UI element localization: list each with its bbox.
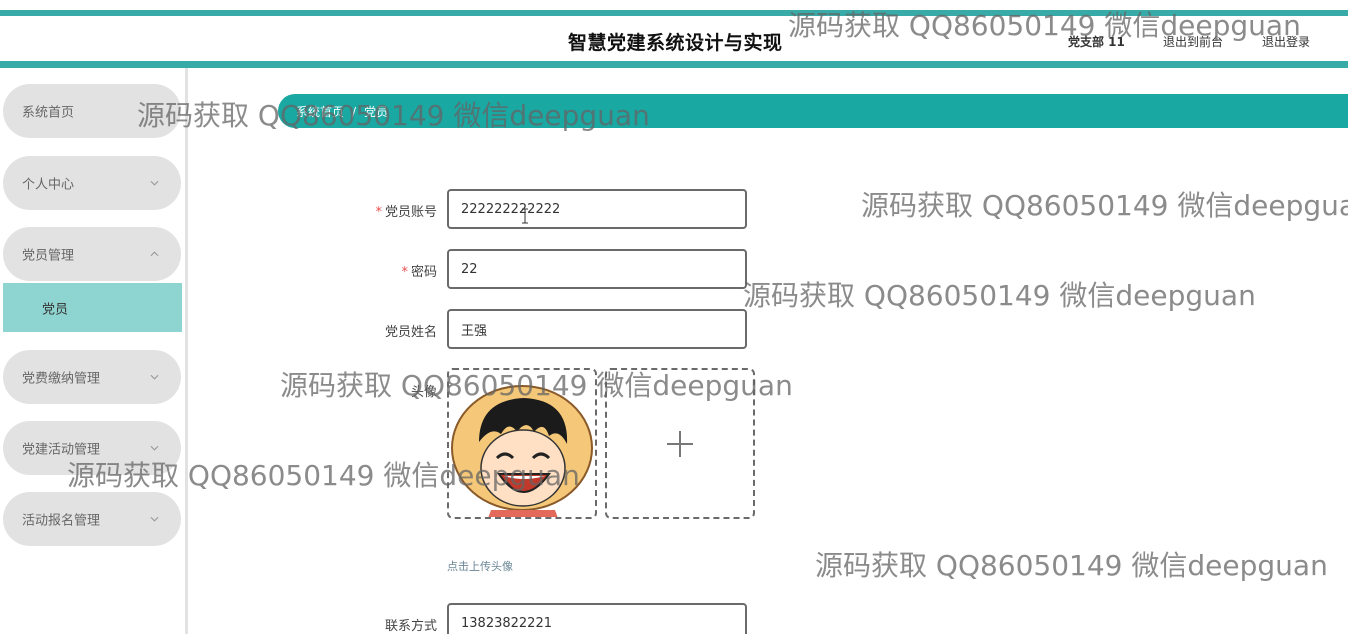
sidebar-item-member-management[interactable]: 党员管理: [3, 227, 181, 281]
sidebar-subitem-member[interactable]: 党员: [3, 283, 182, 332]
sidebar-subitem-label: 党员: [42, 302, 69, 317]
avatar-upload-button[interactable]: [605, 368, 755, 519]
plus-icon: [667, 431, 693, 457]
sidebar-item-label: 党费缴纳管理: [22, 371, 101, 387]
sidebar-item-signup-management[interactable]: 活动报名管理: [3, 492, 181, 546]
sidebar-item-fee-management[interactable]: 党费缴纳管理: [3, 350, 181, 404]
breadcrumb-current: 党员: [364, 105, 389, 119]
account-label: * 党员账号: [375, 205, 437, 220]
account-input[interactable]: [447, 189, 747, 229]
logout-link[interactable]: 退出登录: [1262, 33, 1310, 50]
sidebar-item-label: 系统首页: [22, 105, 75, 121]
contact-label: 联系方式: [384, 619, 437, 634]
watermark: 源码获取 QQ86050149 微信deepguan: [861, 189, 1348, 222]
breadcrumb-bar: [278, 94, 1348, 128]
sidebar-item-label: 党员管理: [22, 248, 75, 264]
exit-to-front-link[interactable]: 退出到前台: [1163, 33, 1223, 50]
avatar-label: 头像: [410, 385, 437, 400]
avatar-preview[interactable]: [447, 368, 597, 519]
required-mark: *: [375, 205, 382, 220]
password-input[interactable]: [447, 249, 747, 289]
chevron-up-icon: [150, 250, 159, 259]
breadcrumb-home[interactable]: 系统首页: [296, 103, 344, 120]
app-title: 智慧党建系统设计与实现: [568, 32, 783, 54]
sidebar-item-home[interactable]: 系统首页: [3, 84, 181, 138]
required-mark: *: [401, 265, 408, 280]
chevron-down-icon: [150, 373, 159, 382]
sidebar-item-personal-center[interactable]: 个人中心: [3, 156, 181, 210]
avatar-image: [451, 385, 593, 517]
name-input[interactable]: [447, 309, 747, 349]
upload-avatar-hint[interactable]: 点击上传头像: [447, 558, 513, 574]
watermark: 源码获取 QQ86050149 微信deepguan: [743, 279, 1256, 312]
password-label: * 密码: [401, 265, 437, 280]
sidebar-item-label: 党建活动管理: [22, 442, 101, 458]
header-bottom-stripe: [0, 61, 1348, 68]
chevron-down-icon: [150, 515, 159, 524]
breadcrumb: 系统首页 / 党员: [296, 103, 388, 120]
sidebar-item-label: 个人中心: [22, 177, 75, 193]
sidebar-item-label: 活动报名管理: [22, 513, 101, 529]
text-cursor-icon: [521, 208, 529, 224]
sidebar-item-activity-management[interactable]: 党建活动管理: [3, 421, 181, 475]
current-user: 党支部 11: [1068, 35, 1125, 49]
breadcrumb-separator: /: [352, 105, 357, 119]
chevron-down-icon: [150, 444, 159, 453]
watermark: 源码获取 QQ86050149 微信deepguan: [815, 549, 1328, 582]
contact-input[interactable]: [447, 603, 747, 634]
chevron-down-icon: [150, 179, 159, 188]
name-label: 党员姓名: [384, 325, 437, 340]
